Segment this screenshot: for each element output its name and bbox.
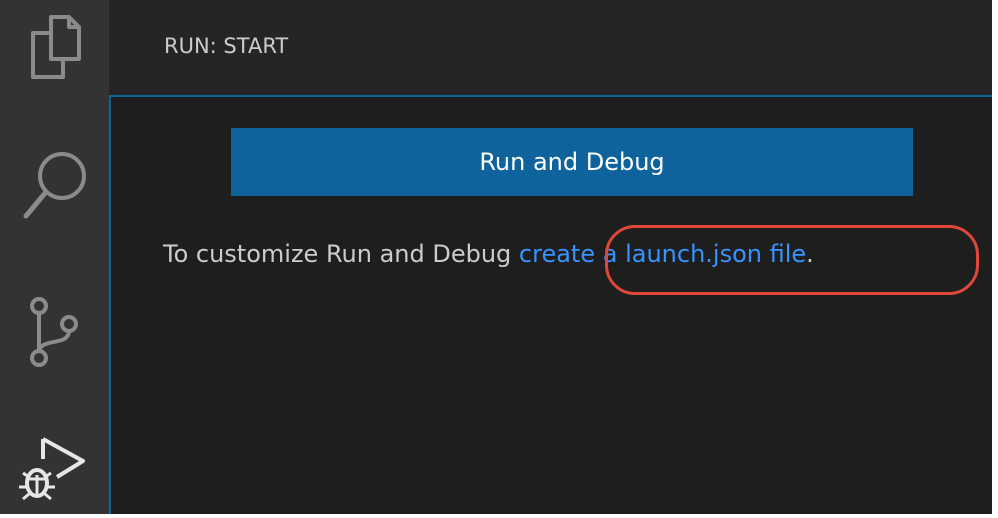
activity-search[interactable] bbox=[0, 143, 109, 233]
source-control-icon bbox=[29, 297, 78, 367]
search-icon bbox=[23, 152, 86, 219]
files-icon bbox=[30, 15, 81, 79]
activity-bar bbox=[0, 0, 109, 514]
run-sidebar: RUN: START Run and Debug To customize Ru… bbox=[109, 0, 992, 514]
run-debug-icon bbox=[18, 437, 85, 501]
app-window: RUN: START Run and Debug To customize Ru… bbox=[0, 0, 992, 514]
activity-source-control[interactable] bbox=[0, 287, 109, 377]
activity-explorer[interactable] bbox=[0, 3, 109, 93]
sidebar-title: RUN: START bbox=[164, 34, 289, 58]
sidebar-body: Run and Debug To customize Run and Debug… bbox=[109, 95, 992, 514]
hint-text: To customize Run and Debug bbox=[163, 240, 519, 268]
launch-config-hint: To customize Run and Debug create a laun… bbox=[163, 240, 814, 268]
hint-suffix: . bbox=[806, 240, 814, 268]
activity-run-debug[interactable] bbox=[0, 424, 109, 514]
run-and-debug-button[interactable]: Run and Debug bbox=[231, 128, 913, 196]
create-launch-json-link[interactable]: create a launch.json file bbox=[519, 240, 806, 268]
sidebar-header: RUN: START bbox=[109, 0, 992, 95]
